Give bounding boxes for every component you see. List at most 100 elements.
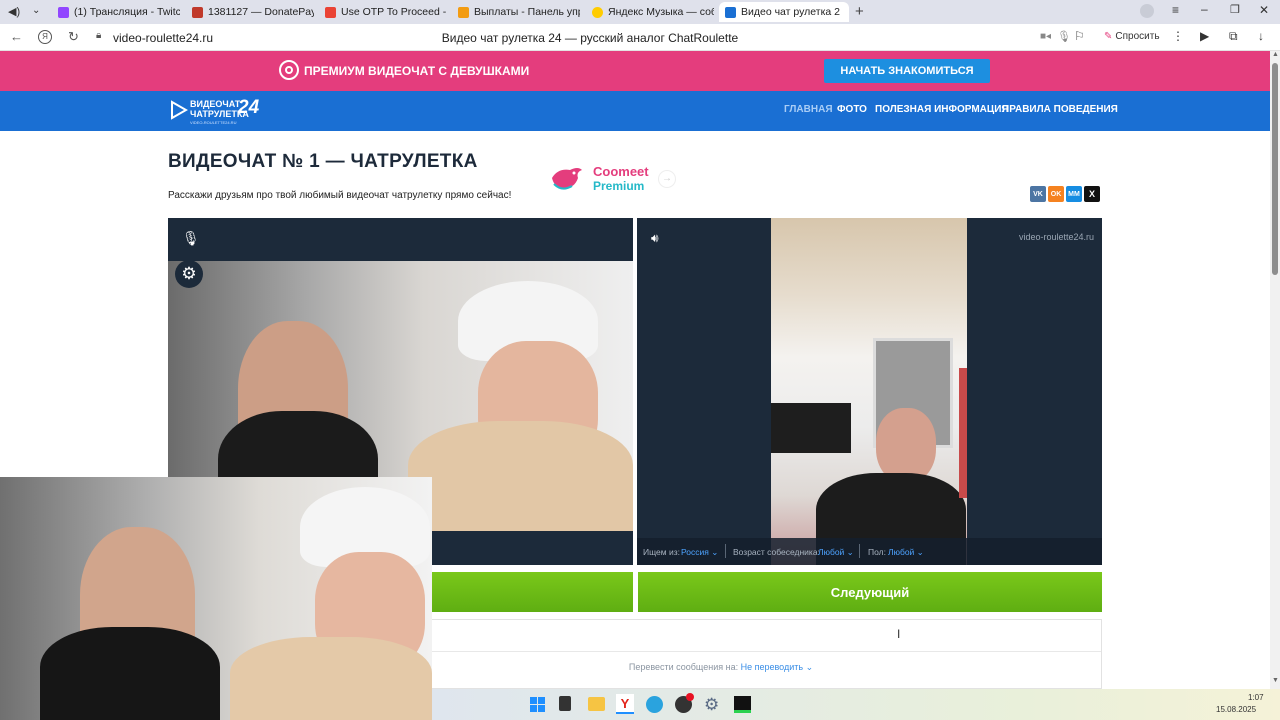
country-filter-select[interactable]: Россия ⌄ — [681, 547, 718, 558]
scrollbar-thumb[interactable] — [1272, 63, 1278, 275]
gmail-icon — [325, 6, 336, 18]
sex-filter-label: Пол: — [868, 547, 886, 557]
minimize-icon[interactable]: – — [1201, 2, 1208, 16]
odnoklassniki-icon[interactable]: OK — [1048, 186, 1064, 202]
chat-message-area[interactable] — [431, 620, 1101, 652]
tab-label: Яндекс Музыка — собир — [608, 6, 714, 18]
webcam-hoodie — [40, 627, 220, 720]
sex-filter-select[interactable]: Любой ⌄ — [888, 547, 924, 558]
mic-permission-icon[interactable]: 🎙︎ — [1057, 30, 1071, 43]
file-explorer-icon[interactable] — [588, 697, 605, 711]
webcam-icon — [279, 60, 299, 80]
remote-video-frame — [771, 218, 967, 565]
coomeet-banner[interactable]: Coomeet Premium → — [548, 162, 683, 196]
logo-subtext: VIDEO-ROULETTE24.RU — [190, 120, 237, 125]
download-icon[interactable]: ↓ — [1258, 29, 1264, 43]
telegram-icon[interactable] — [646, 696, 663, 713]
search-filters-bar: Ищем из: Россия ⌄ Возраст собеседника: Л… — [637, 538, 1102, 565]
microphone-icon[interactable]: 🎙︎ — [182, 230, 200, 247]
downloads-indicator-icon[interactable] — [1140, 4, 1154, 18]
tab-label: (1) Трансляция - Twitch — [74, 6, 180, 18]
terminal-app-icon[interactable] — [734, 696, 751, 713]
remote-person-face — [876, 408, 936, 483]
start-dating-button[interactable]: НАЧАТЬ ЗНАКОМИТЬСЯ — [824, 59, 990, 83]
x-icon[interactable]: X — [1084, 186, 1100, 202]
tab-twitch[interactable]: (1) Трансляция - Twitch — [52, 2, 180, 22]
age-filter-label: Возраст собеседника: — [733, 547, 820, 557]
camera-permission-icon[interactable]: ■◂ — [1040, 31, 1051, 42]
tab-donatepay[interactable]: 1381127 — DonatePay — [186, 2, 314, 22]
vk-icon[interactable]: VK — [1030, 186, 1046, 202]
remote-video: 🔊︎ video-roulette24.ru Ищем из: Россия ⌄… — [637, 218, 1102, 565]
notification-badge — [686, 693, 694, 701]
tab-video-roulette[interactable]: Видео чат рулетка 2 ✕ — [719, 2, 849, 22]
audio-icon[interactable]: ◀) — [8, 5, 20, 18]
clock-time[interactable]: 1:07 — [1248, 693, 1264, 702]
red-cloth — [959, 368, 967, 498]
share-text: Расскажи друзьям про твой любимый видеоч… — [168, 190, 512, 201]
maximize-icon[interactable]: ❐ — [1230, 3, 1240, 16]
coomeet-arrow-icon[interactable]: → — [658, 170, 676, 188]
video-roulette-icon — [725, 6, 736, 18]
tab-gmail-otp[interactable]: Use OTP To Proceed - svx — [319, 2, 447, 22]
nav-photo[interactable]: ФОТО — [837, 104, 867, 115]
ask-button[interactable]: ✎ Спросить — [1104, 31, 1160, 42]
tab-label: Видео чат рулетка 2 — [741, 6, 840, 18]
next-button[interactable]: Следующий — [638, 572, 1102, 612]
text-cursor-icon: I — [897, 627, 901, 641]
logo-top-text: ВИДЕОЧАТ — [190, 99, 241, 109]
nav-home[interactable]: ГЛАВНАЯ — [784, 104, 833, 115]
site-logo[interactable]: ВИДЕОЧАТ ЧАТРУЛЕТКА 24 VIDEO-ROULETTE24.… — [170, 96, 270, 128]
coomeet-bird-icon — [552, 168, 582, 190]
site-watermark: video-roulette24.ru — [1018, 232, 1094, 242]
shirt-right — [408, 421, 633, 531]
country-filter-label: Ищем из: — [643, 547, 680, 557]
monitor — [771, 403, 851, 453]
chat-box: I Перевести сообщения на: Не переводить … — [430, 619, 1102, 689]
media-icon[interactable]: ▶ — [1200, 29, 1209, 43]
social-share: VK OK MM X — [1030, 186, 1100, 202]
payouts-icon — [458, 6, 469, 18]
bookmark-icon[interactable]: ⚐ — [1074, 29, 1085, 43]
address-bar: ← Я ↻ 🔒︎ video-roulette24.ru Видео чат р… — [0, 24, 1280, 51]
menu-icon[interactable]: ≡ — [1172, 3, 1179, 17]
new-tab-icon[interactable]: + — [855, 3, 864, 20]
settings-gear-icon[interactable]: ⚙ — [175, 260, 203, 288]
tab-label: Выплаты - Панель управ — [474, 6, 580, 18]
filter-divider — [725, 544, 726, 558]
clock-date[interactable]: 15.08.2025 — [1216, 705, 1256, 714]
translate-label: Перевести сообщения на: — [628, 662, 739, 672]
yandex-browser-icon[interactable]: Y — [616, 694, 634, 714]
tab-payouts[interactable]: Выплаты - Панель управ — [452, 2, 580, 22]
tab-list-chevron-icon[interactable]: ⌄ — [32, 5, 40, 16]
site-header: ВИДЕОЧАТ ЧАТРУЛЕТКА 24 VIDEO-ROULETTE24.… — [0, 91, 1270, 131]
yandex-music-icon — [592, 6, 603, 18]
more-icon[interactable]: ⋮ — [1172, 29, 1184, 43]
play-logo-icon — [171, 100, 188, 120]
translate-select[interactable]: Не переводить ⌄ — [741, 662, 814, 672]
collections-icon[interactable]: ⧉ — [1229, 29, 1238, 44]
mailru-icon[interactable]: MM — [1066, 186, 1082, 202]
tab-yandex-music[interactable]: Яндекс Музыка — собир — [586, 2, 714, 22]
ask-label: Спросить — [1115, 31, 1160, 42]
promo-banner: ПРЕМИУМ ВИДЕОЧАТ С ДЕВУШКАМИ НАЧАТЬ ЗНАК… — [0, 51, 1270, 91]
age-filter-select[interactable]: Любой ⌄ — [818, 547, 854, 558]
translate-row: Перевести сообщения на: Не переводить ⌄ — [431, 662, 1011, 673]
close-window-icon[interactable]: ✕ — [1259, 3, 1269, 17]
speaker-icon[interactable]: 🔊︎ — [651, 231, 659, 246]
scroll-down-icon[interactable]: ▼ — [1272, 677, 1279, 684]
donatepay-icon — [192, 6, 203, 18]
scroll-up-icon[interactable]: ▲ — [1272, 51, 1279, 58]
page-scrollbar[interactable]: ▲ ▼ — [1270, 51, 1280, 689]
twitch-icon — [58, 6, 69, 18]
stop-button[interactable] — [430, 572, 633, 612]
windows-start-icon[interactable] — [530, 697, 545, 712]
coomeet-title: Coomeet — [593, 164, 649, 179]
browser-tab-bar: ◀) ⌄ (1) Трансляция - Twitch 1381127 — D… — [0, 0, 1280, 24]
nav-useful-info[interactable]: ПОЛЕЗНАЯ ИНФОРМАЦИЯ — [875, 104, 1009, 115]
logo-number: 24 — [238, 97, 260, 118]
settings-app-icon[interactable]: ⚙ — [704, 695, 719, 715]
nav-rules[interactable]: ПРАВИЛА ПОВЕДЕНИЯ — [1002, 104, 1118, 115]
task-view-icon[interactable] — [559, 696, 571, 711]
promo-text: ПРЕМИУМ ВИДЕОЧАТ С ДЕВУШКАМИ — [304, 64, 530, 78]
